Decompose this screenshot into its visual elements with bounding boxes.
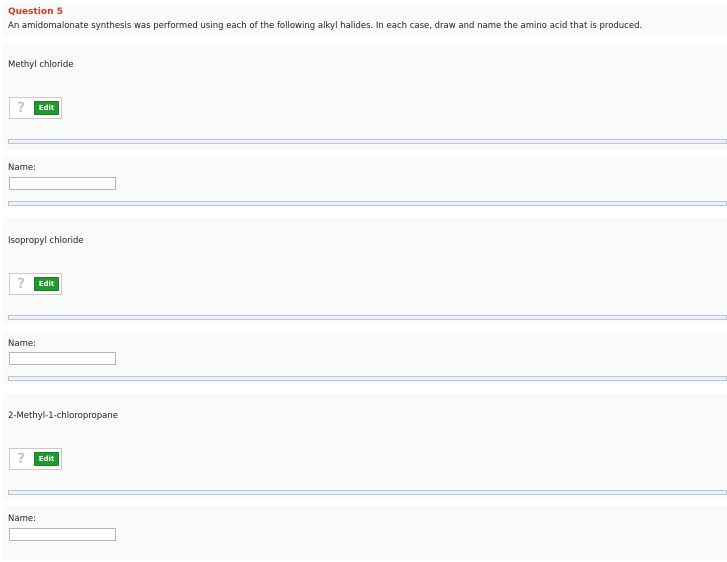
help-question-icon[interactable]: ? — [15, 100, 27, 116]
question-header-panel — [3, 3, 727, 36]
structure-drawing-widget[interactable]: ? Edit — [9, 448, 62, 470]
drawing-answer-bar — [8, 315, 727, 320]
part-1-drawing-panel — [3, 44, 727, 150]
name-answer-bar — [8, 376, 727, 381]
amino-acid-name-input[interactable] — [9, 177, 116, 190]
name-label: Name: — [8, 514, 36, 524]
edit-drawing-button[interactable]: Edit — [34, 452, 59, 466]
question-prompt: An amidomalonate synthesis was performed… — [8, 21, 643, 31]
amino-acid-name-input[interactable] — [9, 352, 116, 365]
drawing-answer-bar — [8, 490, 727, 495]
question-title: Question 5 — [8, 7, 63, 17]
name-label: Name: — [8, 163, 36, 173]
drawing-answer-bar — [8, 139, 727, 144]
help-question-icon[interactable]: ? — [15, 276, 27, 292]
edit-drawing-button[interactable]: Edit — [34, 277, 59, 291]
help-question-icon[interactable]: ? — [15, 451, 27, 467]
name-answer-bar — [8, 201, 727, 206]
structure-drawing-widget[interactable]: ? Edit — [9, 97, 62, 119]
alkyl-halide-label: Methyl chloride — [8, 60, 74, 70]
edit-drawing-button[interactable]: Edit — [34, 101, 59, 115]
part-2-drawing-panel — [3, 218, 727, 325]
alkyl-halide-label: 2-Methyl-1-chloropropane — [8, 411, 118, 421]
part-3-drawing-panel — [3, 394, 727, 500]
alkyl-halide-label: Isopropyl chloride — [8, 236, 84, 246]
structure-drawing-widget[interactable]: ? Edit — [9, 273, 62, 295]
name-label: Name: — [8, 339, 36, 349]
amino-acid-name-input[interactable] — [9, 528, 116, 541]
